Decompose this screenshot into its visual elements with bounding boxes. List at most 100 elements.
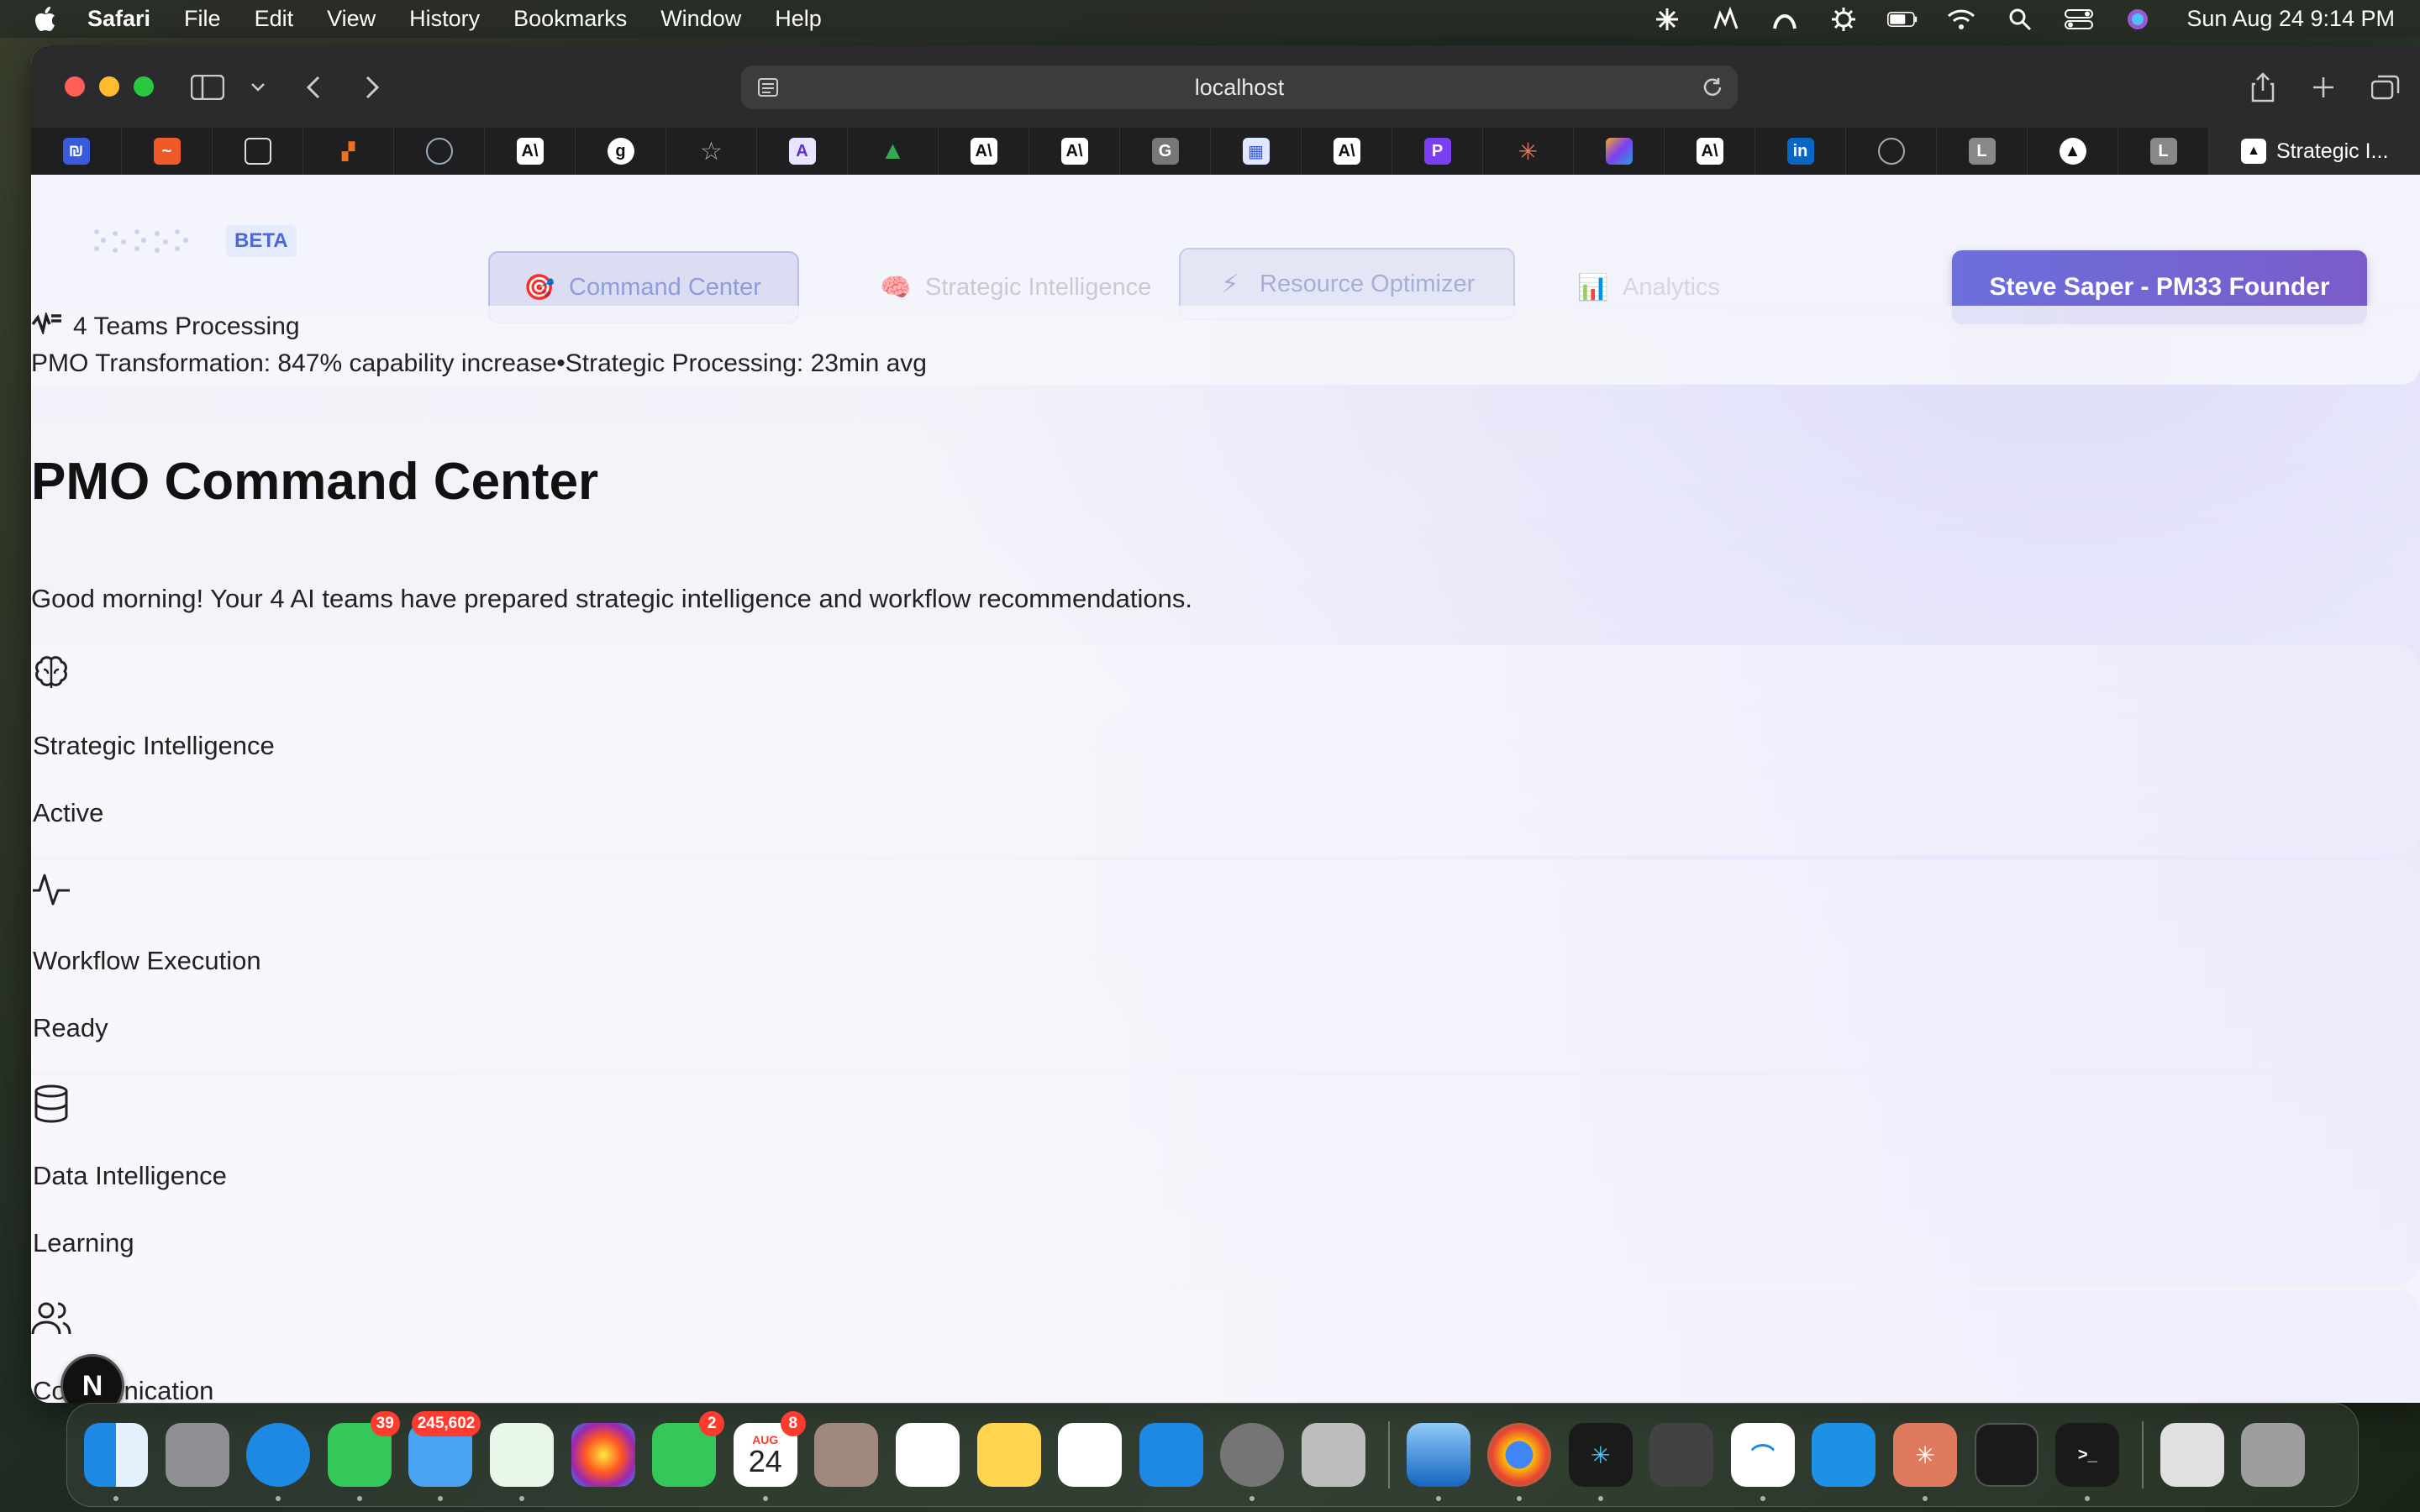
tab-favicon-1[interactable]: ₪ [31, 128, 122, 175]
messages-icon[interactable]: 39 [327, 1411, 400, 1501]
docker-icon[interactable] [1812, 1423, 1876, 1487]
tab-favicon-22[interactable]: L [1937, 128, 2028, 175]
minimize-window-button[interactable] [99, 76, 119, 97]
terminal-icon[interactable]: >_ [2055, 1423, 2120, 1501]
tab-favicon-19[interactable]: A\ [1665, 128, 1755, 175]
team-card-workflow-execution[interactable]: Workflow Execution Ready [31, 860, 2420, 1070]
arc-status-icon[interactable] [1770, 7, 1800, 32]
compass-icon [1877, 138, 1905, 165]
tab-favicon-9[interactable]: A [757, 128, 848, 175]
menubar-clock[interactable]: Sun Aug 24 9:14 PM [2186, 6, 2395, 32]
tab-favicon-18[interactable] [1574, 128, 1665, 175]
tab-favicon-2[interactable]: ~ [122, 128, 213, 175]
preview-icon[interactable] [1406, 1423, 1470, 1501]
tab-favicon-16[interactable]: P [1392, 128, 1483, 175]
tab-favicon-4[interactable]: ▞ [303, 128, 394, 175]
tab-favicon-10[interactable]: ▲ [848, 128, 939, 175]
menu-view[interactable]: View [327, 6, 376, 32]
launchpad-icon[interactable] [165, 1423, 229, 1487]
menu-app-name[interactable]: Safari [87, 6, 150, 32]
facetime-icon[interactable]: 2 [652, 1411, 725, 1487]
contacts-icon[interactable] [814, 1423, 879, 1487]
menu-history[interactable]: History [409, 6, 480, 32]
back-icon[interactable] [297, 71, 330, 104]
tab-active[interactable]: ▲ Strategic I... [2209, 128, 2420, 175]
wifi-icon[interactable] [1946, 7, 1976, 32]
menu-window[interactable]: Window [660, 6, 741, 32]
tab-favicon-14[interactable]: ▦ [1211, 128, 1302, 175]
pm33-logo[interactable] [90, 221, 194, 260]
bar-chart-icon: 📊 [1577, 273, 1609, 302]
tab-favicon-15[interactable]: A\ [1302, 128, 1392, 175]
trash-icon[interactable] [2241, 1423, 2306, 1487]
active-tab-title[interactable]: Strategic I... [2276, 139, 2388, 164]
tab-favicon-11[interactable]: A\ [939, 128, 1029, 175]
tab-favicon-21[interactable] [1846, 128, 1937, 175]
forward-icon[interactable] [355, 71, 389, 104]
reload-icon[interactable] [1701, 76, 1724, 105]
tab-favicon-7[interactable]: g [576, 128, 666, 175]
share-icon[interactable] [2246, 71, 2280, 104]
team-status: Active [33, 798, 104, 827]
siri-icon[interactable] [2123, 7, 2153, 32]
maps-icon[interactable] [489, 1423, 554, 1501]
team-card-communication[interactable]: Communication [31, 1290, 2420, 1403]
tab-favicon-12[interactable]: A\ [1029, 128, 1120, 175]
system-settings-icon[interactable] [1220, 1423, 1285, 1501]
new-tab-icon[interactable] [2307, 71, 2340, 104]
tab-favicon-8[interactable]: ☆ [666, 128, 757, 175]
menu-bookmarks[interactable]: Bookmarks [513, 6, 627, 32]
safari-icon[interactable] [246, 1423, 311, 1501]
calendar-icon[interactable]: AUG 24 8 [733, 1411, 806, 1501]
tab-favicon-20[interactable]: in [1755, 128, 1846, 175]
gear-status-icon[interactable] [1828, 7, 1859, 32]
mail-icon[interactable]: 245,602 [408, 1411, 481, 1501]
maximize-window-button[interactable] [134, 76, 154, 97]
address-bar[interactable]: localhost [741, 66, 1738, 109]
notes-icon[interactable] [976, 1423, 1041, 1487]
running-indicator [762, 1496, 768, 1501]
perplexity-icon[interactable]: ✳ [1568, 1423, 1633, 1501]
team-card-strategic-intelligence[interactable]: Strategic Intelligence Active [31, 645, 2420, 855]
hands-status-icon[interactable] [1711, 6, 1741, 32]
tab-favicon-13[interactable]: G [1120, 128, 1211, 175]
claude-app-icon[interactable]: ✳ [1893, 1423, 1958, 1501]
iphone-mirroring-icon[interactable] [1301, 1423, 1365, 1487]
app-navbar: BETA 🎯 Command Center 🧠 Strategic Intell… [31, 175, 2420, 324]
tab-favicon-5[interactable] [394, 128, 485, 175]
activity-icon [31, 869, 71, 909]
globe-icon [425, 138, 453, 165]
menu-help[interactable]: Help [775, 6, 822, 32]
control-center-icon[interactable] [2064, 7, 2094, 32]
battery-icon[interactable] [1887, 7, 1918, 32]
tab-overview-icon[interactable] [2369, 71, 2402, 104]
chevron-down-icon[interactable] [241, 71, 275, 104]
anthropic-icon: A\ [1060, 138, 1088, 165]
app-store-icon[interactable] [1139, 1423, 1203, 1487]
arc-app-icon[interactable]: ⌒ [1730, 1423, 1795, 1501]
spotlight-search-icon[interactable] [2005, 7, 2035, 32]
tab-favicon-23[interactable]: ▲ [2028, 128, 2118, 175]
tab-favicon-24[interactable]: L [2118, 128, 2209, 175]
reminders-icon[interactable] [895, 1423, 960, 1487]
apple-menu-icon[interactable] [34, 6, 59, 33]
tab-favicon-3[interactable] [213, 128, 303, 175]
calculator-icon[interactable] [1649, 1423, 1714, 1487]
chrome-icon[interactable] [1487, 1423, 1552, 1501]
site-settings-icon[interactable] [756, 76, 780, 105]
photos-icon[interactable] [571, 1423, 635, 1487]
tab-favicon-6[interactable]: A\ [485, 128, 576, 175]
menu-edit[interactable]: Edit [255, 6, 294, 32]
team-card-data-intelligence[interactable]: Data Intelligence Learning [31, 1075, 2420, 1285]
close-window-button[interactable] [65, 76, 85, 97]
freeform-icon[interactable] [1058, 1423, 1123, 1487]
menu-file[interactable]: File [184, 6, 221, 32]
running-indicator [1923, 1496, 1928, 1501]
finder-icon[interactable] [84, 1423, 148, 1501]
tab-favicon-17[interactable]: ✳ [1483, 128, 1574, 175]
sparkle-status-icon[interactable] [1652, 7, 1682, 32]
activity-monitor-icon[interactable] [1974, 1423, 2039, 1487]
downloads-folder-icon[interactable] [2160, 1423, 2224, 1487]
sidebar-toggle-icon[interactable] [191, 71, 224, 104]
url-text[interactable]: localhost [1195, 75, 1285, 101]
